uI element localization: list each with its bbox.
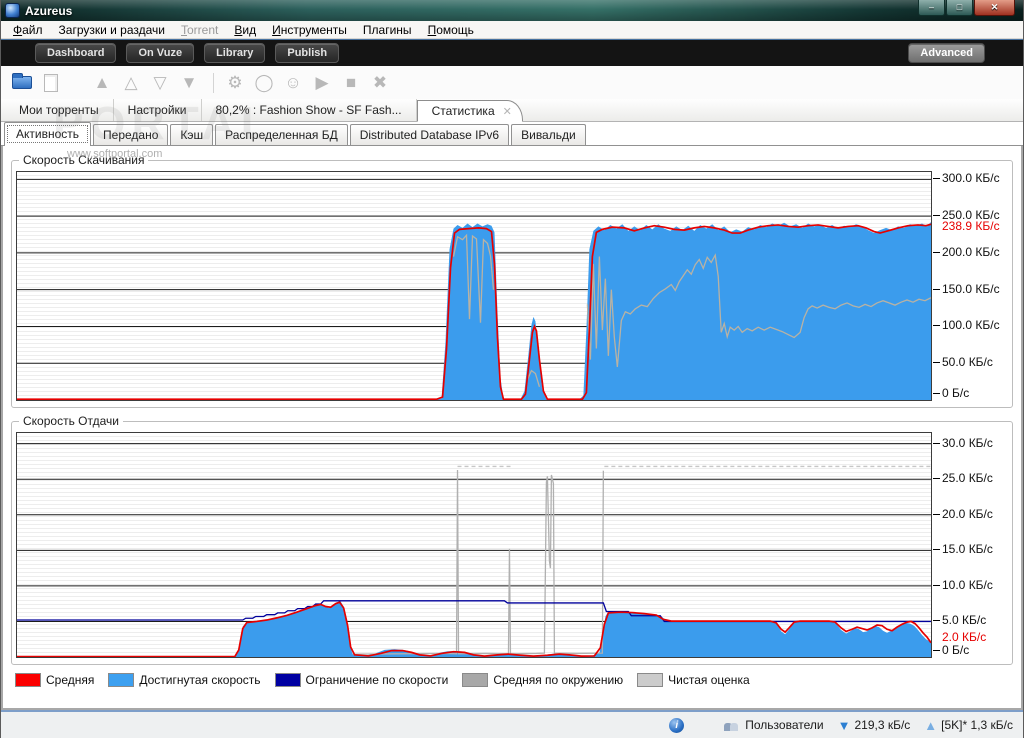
tab-настройки[interactable]: Настройки xyxy=(114,99,202,121)
axis-label: 0 Б/с xyxy=(932,643,970,657)
status-bar: i Пользователи ▼ 219,3 кБ/с ▲ [5K]* 1,3 … xyxy=(1,710,1023,738)
menu-загрузки-и-раздачи[interactable]: Загрузки и раздачи xyxy=(51,22,173,38)
upload-speed-value: [5K]* 1,3 кБ/с xyxy=(941,718,1013,732)
axis-label: 100.0 КБ/с xyxy=(933,318,1000,333)
share-icon[interactable]: ☺ xyxy=(280,71,306,95)
menu-torrent[interactable]: Torrent xyxy=(173,22,226,38)
subtab-distributed-database-ipv6[interactable]: Distributed Database IPv6 xyxy=(349,124,510,145)
axis-label: 20.0 КБ/с xyxy=(933,506,993,521)
advanced-button[interactable]: Advanced xyxy=(908,43,985,63)
start-icon[interactable]: ▶ xyxy=(309,71,335,95)
publish-button[interactable]: Publish xyxy=(275,43,340,63)
tab-80-2-fashion-show-sf-fash[interactable]: 80,2% : Fashion Show - SF Fash... xyxy=(202,99,417,121)
close-button[interactable]: ✕ xyxy=(974,0,1015,16)
on-vuze-button[interactable]: On Vuze xyxy=(126,43,195,63)
legend-чистая-оценка: Чистая оценка xyxy=(637,673,750,687)
current-speed-label: 238.9 КБ/с xyxy=(942,219,1000,234)
axis-label: 150.0 КБ/с xyxy=(933,281,1000,296)
users-label: Пользователи xyxy=(745,718,824,732)
statistics-subtabs: Активность Передано Кэш Распределенная БД Di… xyxy=(1,122,1023,146)
move-down-icon[interactable]: ▽ xyxy=(147,71,173,95)
remove-icon[interactable]: ✖ xyxy=(367,71,393,95)
axis-label: 10.0 КБ/с xyxy=(933,577,993,592)
download-speed-title: Скорость Скачивания xyxy=(23,153,145,167)
azureus-window: Azureus – □ ✕ Файл Загрузки и раздачи Torr… xyxy=(0,0,1024,738)
move-up-icon[interactable]: △ xyxy=(118,71,144,95)
upload-speed-chart xyxy=(16,432,932,658)
upload-speed-status[interactable]: ▲ [5K]* 1,3 кБ/с xyxy=(924,718,1013,733)
upload-arrow-icon: ▲ xyxy=(924,717,938,733)
users-icon xyxy=(724,719,740,731)
icon-toolbar: ▲ △ ▽ ▼ ⚙ ◯ ☺ ▶ ■ ✖ xyxy=(1,66,1023,99)
statistics-activity-panel: Скорость Скачивания 300.0 КБ/с 250.0 КБ/с… xyxy=(1,146,1023,710)
download-speed-status[interactable]: ▼ 219,3 кБ/с xyxy=(838,718,911,733)
tab-close-icon[interactable]: ✕ xyxy=(503,105,512,118)
axis-label: 300.0 КБ/с xyxy=(933,171,1000,186)
window-controls: – □ ✕ xyxy=(917,0,1015,16)
axis-label: 0 Б/с xyxy=(932,386,970,400)
legend-ограничение-по-скорости: Ограничение по скорости xyxy=(274,673,448,687)
axis-label: 25.0 КБ/с xyxy=(933,471,993,486)
upload-speed-title: Скорость Отдачи xyxy=(23,414,119,428)
open-torrent-icon[interactable] xyxy=(9,71,35,95)
upload-speed-group: Скорость Отдачи 30.0 КБ/с 25.0 КБ/с 20.0 К… xyxy=(11,414,1013,665)
axis-label: 15.0 КБ/с xyxy=(933,542,993,557)
legend-средняя-по-окружению: Средняя по окружению xyxy=(462,673,623,687)
menu-помощь[interactable]: Помощь xyxy=(420,22,482,38)
menu-плагины[interactable]: Плагины xyxy=(355,22,420,38)
stop-icon[interactable]: ■ xyxy=(338,71,364,95)
azureus-logo-icon xyxy=(5,3,20,18)
download-speed-value: 219,3 кБ/с xyxy=(854,718,911,732)
toolbar-separator xyxy=(213,72,214,93)
menu-bar: Файл Загрузки и раздачи Torrent Вид Инструме… xyxy=(1,21,1023,39)
download-arrow-icon: ▼ xyxy=(837,717,851,733)
new-torrent-icon[interactable] xyxy=(38,71,64,95)
axis-label: 30.0 КБ/с xyxy=(933,435,993,450)
vuze-toolbar: Dashboard On Vuze Library Publish Advanced xyxy=(1,39,1023,66)
axis-label: 50.0 КБ/с xyxy=(933,355,993,370)
menu-инструменты[interactable]: Инструменты xyxy=(264,22,355,38)
title-bar: Azureus – □ ✕ xyxy=(1,0,1023,21)
dashboard-button[interactable]: Dashboard xyxy=(35,43,117,63)
restore-button[interactable]: □ xyxy=(946,0,973,16)
tab-мои-торренты[interactable]: Мои торренты xyxy=(5,99,114,121)
subtab-активность[interactable]: Активность xyxy=(4,122,92,146)
legend-swatch xyxy=(274,673,301,687)
subtab-распределенная-бд[interactable]: Распределенная БД xyxy=(215,124,348,145)
legend-swatch xyxy=(462,673,489,687)
subtab-вивальди[interactable]: Вивальди xyxy=(511,124,586,145)
view-tabs: Мои торренты Настройки 80,2% : Fashion Sho… xyxy=(1,99,1023,122)
upload-speed-axis: 30.0 КБ/с 25.0 КБ/с 20.0 КБ/с 15.0 КБ/с 10.0… xyxy=(932,432,1008,658)
users-status[interactable]: Пользователи xyxy=(724,718,824,732)
legend-swatch xyxy=(108,673,135,687)
info-icon[interactable]: i xyxy=(669,717,685,733)
axis-label: 200.0 КБ/с xyxy=(933,244,1000,259)
subtab-кэш[interactable]: Кэш xyxy=(170,124,214,145)
legend-swatch xyxy=(15,673,41,687)
chart-legend: Средняя Достигнутая скорость Ограничение п… xyxy=(15,673,1021,687)
axis-label: 5.0 КБ/с xyxy=(932,613,987,628)
subtab-передано[interactable]: Передано xyxy=(93,124,169,145)
nat-test-icon[interactable]: ◯ xyxy=(251,71,277,95)
legend-средняя: Средняя xyxy=(15,673,94,687)
move-top-icon[interactable]: ▲ xyxy=(89,71,115,95)
legend-достигнутая-скорость: Достигнутая скорость xyxy=(108,673,261,687)
move-bottom-icon[interactable]: ▼ xyxy=(176,71,202,95)
settings-icon[interactable]: ⚙ xyxy=(222,71,248,95)
current-speed-label: 2.0 КБ/с xyxy=(942,630,987,644)
window-title: Azureus xyxy=(25,3,73,18)
legend-swatch xyxy=(637,673,664,687)
library-button[interactable]: Library xyxy=(204,43,266,63)
menu-файл[interactable]: Файл xyxy=(5,22,51,38)
menu-вид[interactable]: Вид xyxy=(226,22,264,38)
download-speed-group: Скорость Скачивания 300.0 КБ/с 250.0 КБ/с… xyxy=(11,153,1013,408)
download-speed-axis: 300.0 КБ/с 250.0 КБ/с 200.0 КБ/с 150.0 КБ/с… xyxy=(932,171,1008,401)
download-speed-chart xyxy=(16,171,932,401)
minimize-button[interactable]: – xyxy=(918,0,945,16)
tab-статистика[interactable]: Статистика ✕ xyxy=(416,100,523,122)
